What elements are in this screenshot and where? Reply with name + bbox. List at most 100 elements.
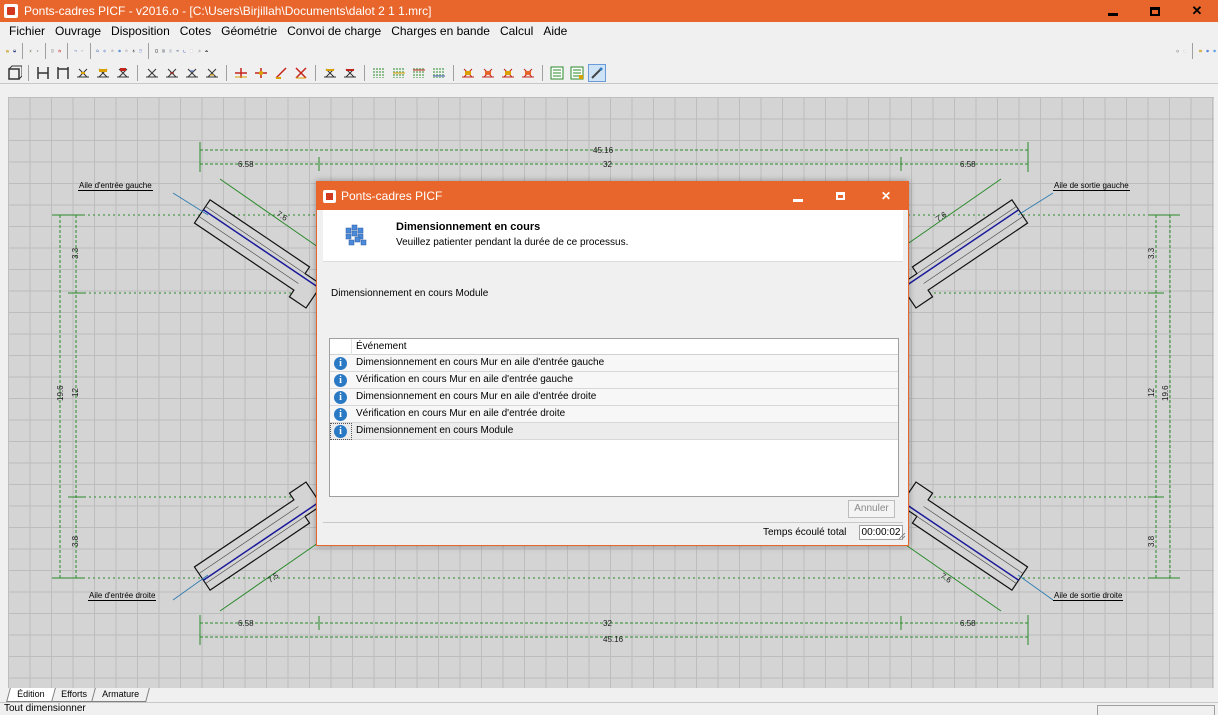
rebar-tool-4-icon[interactable] xyxy=(431,65,447,81)
load-tool-1-icon[interactable] xyxy=(233,65,249,81)
magnet-icon[interactable] xyxy=(58,43,61,59)
box-view-icon[interactable] xyxy=(6,65,22,81)
dim-right-top: 3.3 xyxy=(1147,247,1156,259)
rebar-tool-2-icon[interactable] xyxy=(391,65,407,81)
rebar-tool-1-icon[interactable] xyxy=(371,65,387,81)
minimize-button[interactable] xyxy=(1092,0,1134,22)
event-row[interactable]: i Vérification en cours Mur en aile d'en… xyxy=(330,406,898,423)
dialog-title: Ponts-cadres PICF xyxy=(341,189,443,203)
zoom-previous-icon[interactable] xyxy=(96,43,100,59)
event-row-selected[interactable]: i Dimensionnement en cours Module xyxy=(330,423,898,440)
info-icon: i xyxy=(334,408,347,421)
wall-tool-3-icon[interactable] xyxy=(75,65,91,81)
open-icon[interactable] xyxy=(6,43,9,59)
zoom-out-icon[interactable] xyxy=(125,43,128,59)
zoom-extents-icon[interactable] xyxy=(103,43,107,59)
load-tool-4-icon[interactable] xyxy=(293,65,309,81)
frame-icon[interactable] xyxy=(154,43,158,59)
wing-tool-4-icon[interactable] xyxy=(204,65,220,81)
render-shaded-icon[interactable] xyxy=(1183,43,1187,59)
maximize-button[interactable] xyxy=(1134,0,1176,22)
menu-calcul[interactable]: Calcul xyxy=(495,24,538,38)
cut-icon[interactable] xyxy=(28,43,32,59)
layers-icon[interactable] xyxy=(190,43,194,59)
event-row[interactable]: i Dimensionnement en cours Mur en aile d… xyxy=(330,355,898,372)
check-tool-4-icon[interactable] xyxy=(520,65,536,81)
menu-ouvrage[interactable]: Ouvrage xyxy=(50,24,106,38)
close-button[interactable]: ✕ xyxy=(1176,0,1218,22)
report-tool-1-icon[interactable] xyxy=(549,65,565,81)
check-tool-1-icon[interactable] xyxy=(460,65,476,81)
menu-disposition[interactable]: Disposition xyxy=(106,24,175,38)
dialog-maximize-button[interactable] xyxy=(819,182,861,210)
event-icon-column-header[interactable] xyxy=(330,339,352,355)
refresh-icon[interactable] xyxy=(139,43,143,59)
event-list[interactable]: Événement i Dimensionnement en cours Mur… xyxy=(329,338,899,497)
event-row[interactable]: i Dimensionnement en cours Mur en aile d… xyxy=(330,389,898,406)
menu-aide[interactable]: Aide xyxy=(538,24,572,38)
event-list-header: Événement xyxy=(330,339,898,355)
menu-charges-en-bande[interactable]: Charges en bande xyxy=(386,24,495,38)
dim-right-total: 19.6 xyxy=(1161,385,1170,401)
event-column-header[interactable]: Événement xyxy=(356,341,407,352)
undo-icon[interactable] xyxy=(74,43,77,59)
print-preview-icon[interactable] xyxy=(51,43,54,59)
menu-fichier[interactable]: Fichier xyxy=(4,24,50,38)
event-text: Vérification en cours Mur en aile d'entr… xyxy=(356,408,566,419)
check-tool-3-icon[interactable] xyxy=(500,65,516,81)
wall-tool-2-icon[interactable] xyxy=(55,65,71,81)
section-tool-2-icon[interactable] xyxy=(342,65,358,81)
paste-icon[interactable] xyxy=(36,43,39,59)
web-icon[interactable] xyxy=(1213,43,1216,59)
wing-tool-3-icon[interactable] xyxy=(184,65,200,81)
menu-geometrie[interactable]: Géométrie xyxy=(216,24,282,38)
snap-grid-icon[interactable] xyxy=(169,43,173,59)
dialog-subheading: Veuillez patienter pendant la durée de c… xyxy=(396,237,629,248)
redo-icon[interactable] xyxy=(81,43,84,59)
status-text: Tout dimensionner xyxy=(4,703,86,714)
wing-tool-2-icon[interactable] xyxy=(164,65,180,81)
wall-tool-1-icon[interactable] xyxy=(35,65,51,81)
dialog-minimize-button[interactable] xyxy=(777,182,819,210)
tab-efforts[interactable]: Efforts xyxy=(49,688,98,702)
resize-grip-icon[interactable] xyxy=(898,532,906,540)
wall-tool-5-icon[interactable] xyxy=(115,65,131,81)
label-aile-sortie-droite: Aile de sortie droite xyxy=(1053,591,1124,601)
help-icon[interactable]: ? xyxy=(1206,43,1209,59)
dim-wing-tr: 7.6 xyxy=(934,210,949,224)
tab-armature[interactable]: Armature xyxy=(91,688,151,702)
dialog-title-bar[interactable]: Ponts-cadres PICF ✕ xyxy=(317,182,908,210)
binoculars-icon[interactable] xyxy=(205,43,208,59)
wall-tool-4-icon[interactable] xyxy=(95,65,111,81)
dialog-close-button[interactable]: ✕ xyxy=(865,182,907,210)
cancel-button[interactable]: Annuler xyxy=(848,500,895,518)
load-tool-2-icon[interactable] xyxy=(253,65,269,81)
ortho-icon[interactable] xyxy=(183,43,187,59)
app-icon xyxy=(4,4,18,18)
label-aile-sortie-gauche: Aile de sortie gauche xyxy=(1053,181,1130,191)
wing-tool-1-icon[interactable] xyxy=(144,65,160,81)
menu-cotes[interactable]: Cotes xyxy=(175,24,216,38)
zoom-in-icon[interactable] xyxy=(110,43,114,59)
tab-edition[interactable]: Édition xyxy=(6,688,56,702)
report-tool-2-icon[interactable] xyxy=(569,65,585,81)
check-tool-2-icon[interactable] xyxy=(480,65,496,81)
menu-convoi-de-charge[interactable]: Convoi de charge xyxy=(282,24,386,38)
toolbar-separator xyxy=(137,64,138,81)
section-tool-1-icon[interactable] xyxy=(322,65,338,81)
tools-icon[interactable] xyxy=(197,43,201,59)
toolbar-separator xyxy=(226,64,227,81)
load-tool-3-icon[interactable] xyxy=(273,65,289,81)
save-icon[interactable] xyxy=(13,43,16,59)
zoom-window-icon[interactable] xyxy=(118,43,121,59)
dimension-icon[interactable] xyxy=(176,43,179,59)
grid-icon[interactable] xyxy=(161,43,165,59)
rebar-tool-3-icon[interactable] xyxy=(411,65,427,81)
design-wand-icon[interactable] xyxy=(588,63,606,82)
dim-top-right: 6.58 xyxy=(960,160,976,169)
event-row[interactable]: i Vérification en cours Mur en aile d'en… xyxy=(330,372,898,389)
render-3d-icon[interactable] xyxy=(1176,43,1179,59)
event-text: Dimensionnement en cours Mur en aile d'e… xyxy=(356,357,605,368)
pan-hand-icon[interactable] xyxy=(132,43,135,59)
options-icon[interactable] xyxy=(1198,43,1202,59)
